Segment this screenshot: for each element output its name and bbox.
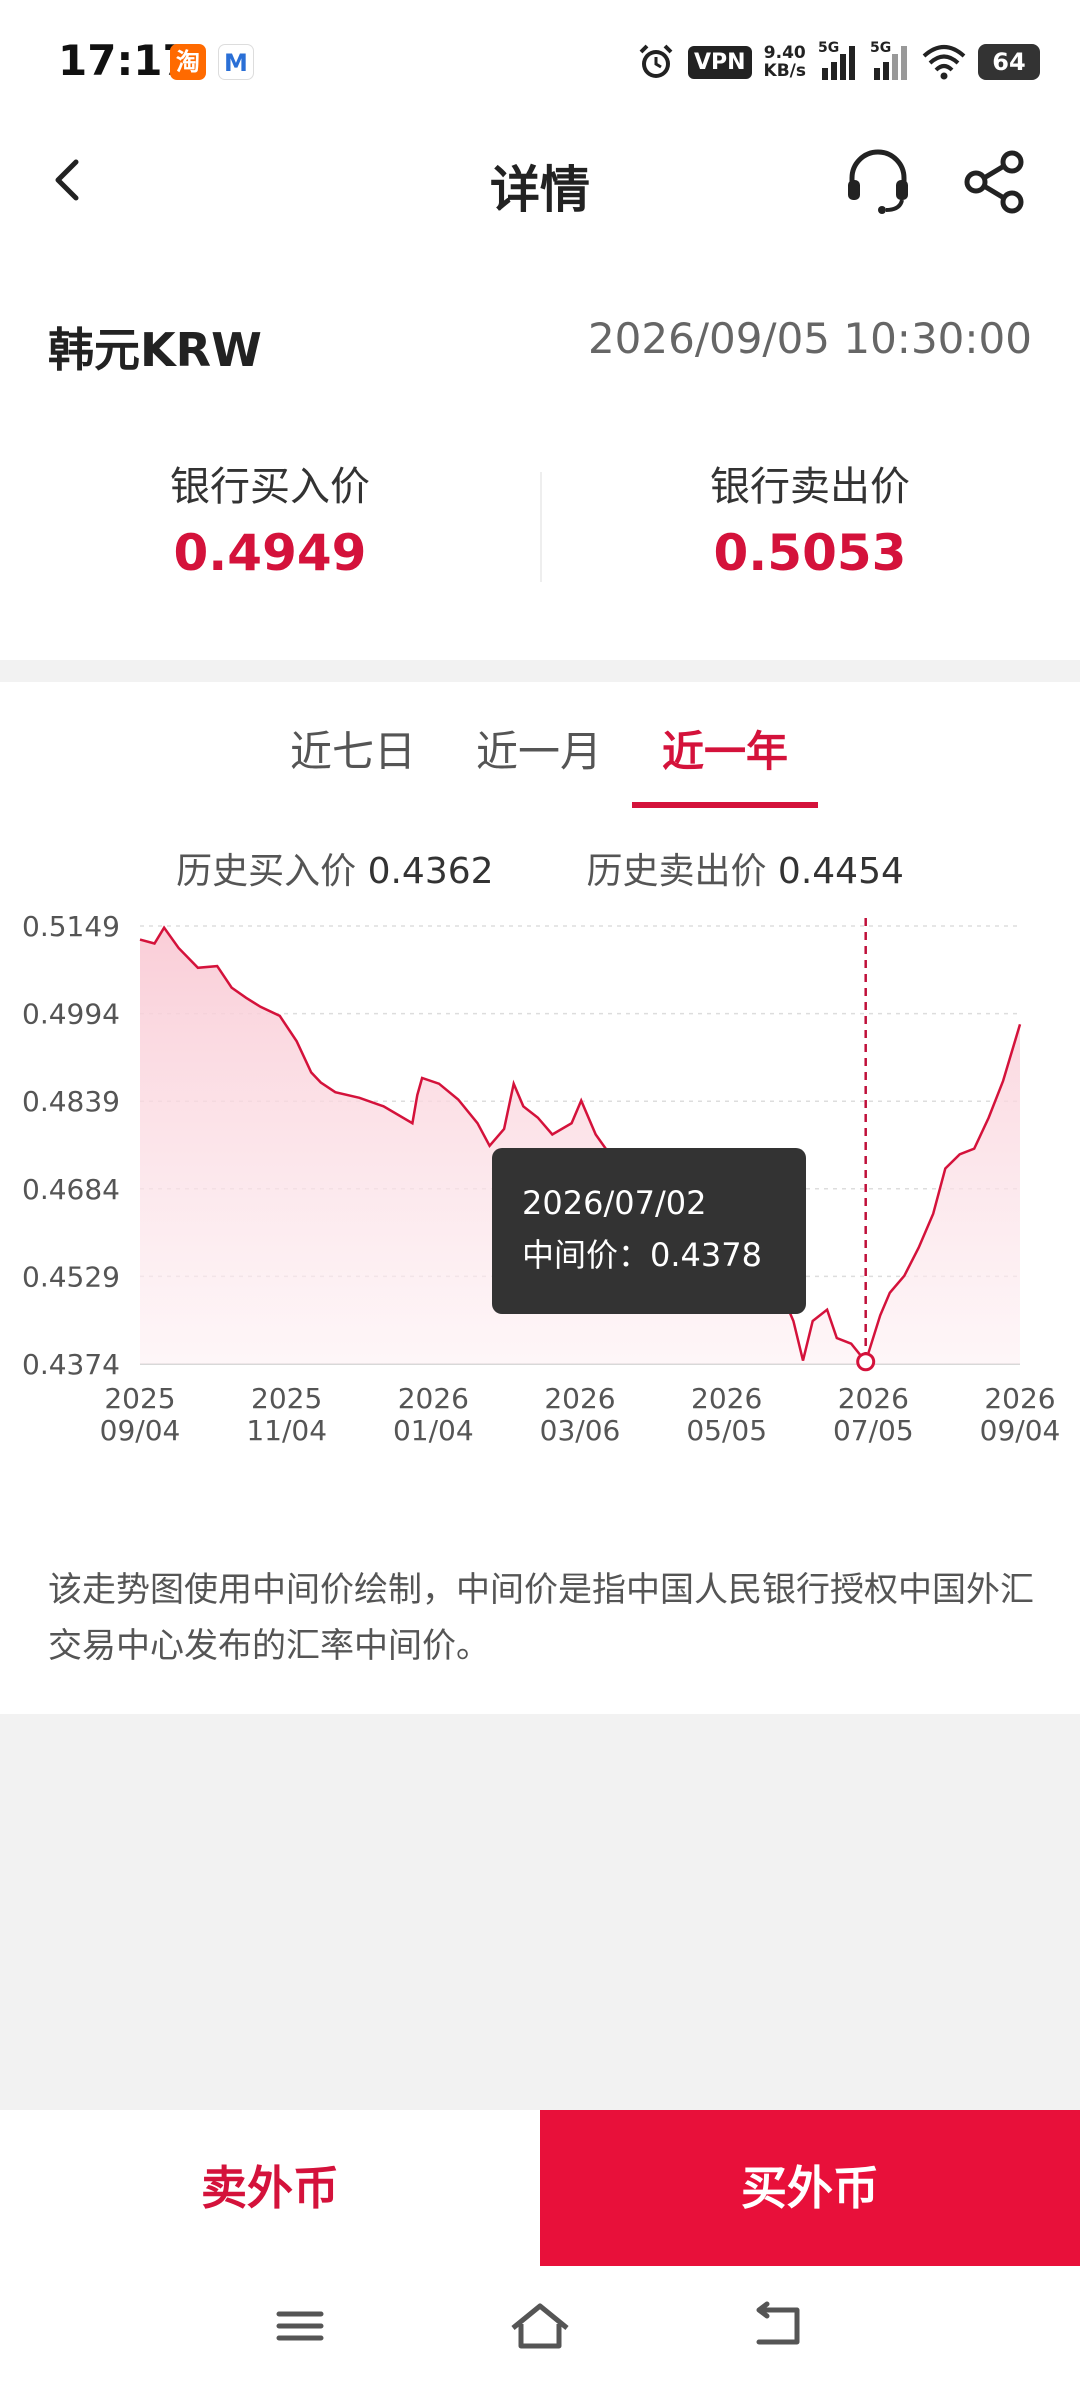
currency-info: 韩元KRW 2026/09/05 10:30:00 银行买入价 0.4949 银…: [0, 240, 1080, 660]
battery-icon: 64: [978, 44, 1040, 80]
rate-chart[interactable]: 0.5149 0.4994 0.4839 0.4684 0.4529 0.4374 202…: [0, 902, 1080, 1522]
x-tick-date: 07/05: [833, 1414, 914, 1447]
header: 详情: [0, 120, 1080, 240]
x-tick-date: 11/04: [246, 1414, 327, 1447]
y-tick-label: 0.5149: [22, 910, 120, 943]
y-tick-label: 0.4684: [22, 1173, 120, 1206]
x-tick-date: 01/04: [393, 1414, 474, 1447]
page: 17:17 淘 M VPN 9.40 KB/s 5G 5G 64 详情 韩元KR…: [0, 0, 1080, 2392]
tooltip-value: 中间价：0.4378: [522, 1236, 762, 1274]
action-bar: 卖外币 买外币: [0, 2110, 1080, 2266]
menu-icon[interactable]: [265, 2296, 335, 2356]
vpn-badge: VPN: [687, 45, 752, 79]
y-tick-label: 0.4529: [22, 1260, 120, 1293]
bank-buy-label: 银行买入价: [170, 464, 370, 510]
x-tick-date: 09/04: [100, 1414, 181, 1447]
x-tick-year: 2026: [838, 1382, 909, 1415]
tooltip-date: 2026/07/02: [522, 1184, 706, 1222]
x-tick-year: 2026: [691, 1382, 762, 1415]
y-tick-label: 0.4994: [22, 998, 120, 1031]
y-tick-label: 0.4374: [22, 1348, 120, 1381]
bank-sell-label: 银行卖出价: [710, 464, 910, 510]
network-speed: 9.40 KB/s: [764, 44, 806, 80]
y-tick-label: 0.4839: [22, 1085, 120, 1118]
mail-icon: M: [218, 44, 254, 80]
bank-buy-value: 0.4949: [173, 524, 367, 582]
tab-7-days[interactable]: 近七日: [260, 712, 446, 802]
history-sell-value: 0.4454: [777, 851, 904, 892]
share-icon[interactable]: [958, 146, 1030, 218]
x-tick-year: 2025: [251, 1382, 322, 1415]
status-bar: 17:17 淘 M VPN 9.40 KB/s 5G 5G 64: [0, 0, 1080, 120]
x-tick-date: 09/04: [980, 1414, 1061, 1447]
taobao-icon: 淘: [170, 44, 206, 80]
x-tick-year: 2026: [398, 1382, 469, 1415]
x-tick-date: 03/06: [540, 1414, 621, 1447]
chart-card: 近七日 近一月 近一年 历史买入价 0.4362 历史卖出价 0.4454 0.…: [0, 682, 1080, 1714]
alarm-icon: [639, 44, 673, 78]
home-icon[interactable]: [505, 2296, 575, 2356]
selected-point-marker: [856, 1352, 876, 1372]
status-indicators: VPN 9.40 KB/s 5G 5G 64: [636, 40, 1040, 84]
x-tick-date: 05/05: [686, 1414, 767, 1447]
history-prices: 历史买入价 0.4362 历史卖出价 0.4454: [0, 842, 1080, 894]
x-tick-year: 2025: [104, 1382, 175, 1415]
bank-sell-value: 0.5053: [713, 524, 907, 582]
quote-datetime: 2026/09/05 10:30:00: [587, 314, 1032, 363]
buy-foreign-currency-button[interactable]: 买外币: [540, 2110, 1080, 2266]
history-buy-label: 历史买入价: [176, 851, 357, 892]
x-tick-year: 2026: [544, 1382, 615, 1415]
chart-note: 该走势图使用中间价绘制，中间价是指中国人民银行授权中国外汇交易中心发布的汇率中间…: [48, 1570, 1034, 1666]
history-sell-label: 历史卖出价: [586, 851, 767, 892]
page-title: 详情: [490, 161, 590, 219]
currency-name: 韩元KRW: [48, 323, 262, 377]
network-speed-value: 9.40: [763, 43, 806, 63]
bank-sell-price: 银行卖出价 0.5053: [540, 454, 1080, 582]
bank-buy-price: 银行买入价 0.4949: [0, 454, 540, 582]
network-speed-unit: KB/s: [763, 61, 806, 81]
period-tabs: 近七日 近一月 近一年: [0, 712, 1080, 808]
tab-1-year[interactable]: 近一年: [632, 712, 818, 808]
sell-foreign-currency-button[interactable]: 卖外币: [0, 2110, 540, 2266]
headset-icon[interactable]: [840, 144, 916, 220]
signal-icon: 5G: [870, 40, 910, 80]
history-buy-value: 0.4362: [367, 851, 494, 892]
wifi-icon: [922, 45, 966, 80]
back-icon[interactable]: [745, 2296, 815, 2356]
tab-1-month[interactable]: 近一月: [446, 712, 632, 802]
x-tick-year: 2026: [984, 1382, 1055, 1415]
signal-icon: 5G: [818, 40, 858, 80]
system-nav-bar: [0, 2266, 1080, 2392]
chart-tooltip: [492, 1148, 806, 1314]
signal-label: 5G: [818, 40, 840, 56]
signal-label: 5G: [870, 40, 892, 56]
